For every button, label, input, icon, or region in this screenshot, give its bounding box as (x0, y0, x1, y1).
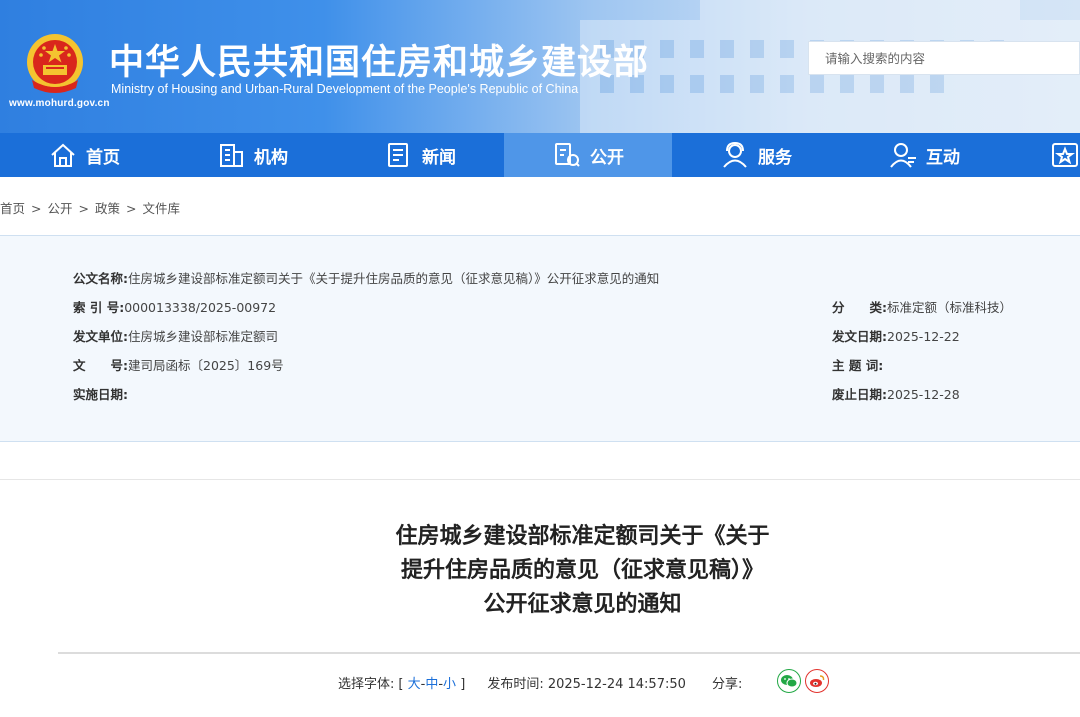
publish-time: 2025-12-24 14:57:50 (547, 677, 686, 692)
info-value: 住房城乡建设部标准定额司关于《关于提升住房品质的意见（征求意见稿）》公开征求意见… (128, 271, 660, 286)
info-label: 公文名称: (73, 271, 128, 286)
breadcrumb: 首页 > 公开 > 政策 > 文件库 (0, 198, 180, 217)
info-row-index: 索 引 号:000013338/2025-00972 (73, 297, 276, 316)
nav-item-news[interactable]: 新闻 (336, 133, 504, 177)
info-value: 住房城乡建设部标准定额司 (128, 329, 279, 344)
nav-label: 首页 (86, 147, 120, 168)
article-title-line: 住房城乡建设部标准定额司关于《关于 (395, 524, 770, 549)
font-large-button[interactable]: 大 (408, 677, 421, 692)
open-doc-icon (555, 143, 580, 167)
font-size-bracket: [ (398, 677, 404, 692)
info-value: 000013338/2025-00972 (124, 300, 277, 315)
weibo-icon (810, 675, 825, 687)
info-row-issue-date: 发文日期:2025-12-22 (832, 326, 960, 345)
home-icon (51, 143, 75, 167)
info-label: 分 类: (832, 300, 887, 315)
site-title-en: Ministry of Housing and Urban-Rural Deve… (111, 82, 579, 96)
site-header: www.mohurd.gov.cn 中华人民共和国住房和城乡建设部 Minist… (0, 0, 1080, 133)
breadcrumb-separator: > (78, 201, 89, 216)
info-label: 发文日期: (832, 329, 887, 344)
nav-label: 机构 (254, 147, 288, 168)
interact-user-icon (890, 143, 916, 168)
building-icon (220, 144, 243, 167)
font-medium-button[interactable]: 中 (425, 677, 438, 692)
info-row-effective: 实施日期: (73, 384, 128, 403)
nav-label: 互动 (926, 147, 960, 168)
nav-item-home[interactable]: 首页 (0, 133, 168, 177)
info-label: 废止日期: (832, 387, 887, 402)
site-url: www.mohurd.gov.cn (9, 98, 110, 109)
breadcrumb-open[interactable]: 公开 (48, 201, 73, 216)
info-label: 实施日期: (73, 387, 128, 402)
more-nav-icon (1052, 143, 1078, 167)
nav-item-more[interactable] (1008, 133, 1080, 177)
info-label: 主 题 词: (832, 358, 884, 373)
info-value: 标准定额（标准科技） (887, 300, 1013, 315)
document-info-panel: 公文名称:住房城乡建设部标准定额司关于《关于提升住房品质的意见（征求意见稿）》公… (0, 235, 1080, 442)
share-label: 分享: (712, 677, 743, 692)
search-input[interactable] (809, 42, 1079, 74)
publish-time-label: 发布时间: (487, 677, 544, 692)
nav-item-organization[interactable]: 机构 (168, 133, 336, 177)
nav-item-open[interactable]: 公开 (504, 133, 672, 177)
national-emblem-logo (27, 34, 83, 93)
article-title-line: 公开征求意见的通知 (483, 592, 682, 617)
info-row-keywords: 主 题 词: (832, 355, 883, 374)
breadcrumb-policy[interactable]: 政策 (95, 201, 120, 216)
info-row-doc-name: 公文名称:住房城乡建设部标准定额司关于《关于提升住房品质的意见（征求意见稿）》公… (73, 268, 659, 287)
info-label: 索 引 号: (73, 300, 125, 315)
section-divider (0, 479, 1080, 480)
wechat-share-icon[interactable] (777, 669, 801, 693)
breadcrumb-separator: > (31, 201, 42, 216)
info-row-category: 分 类:标准定额（标准科技） (832, 297, 1012, 316)
breadcrumb-library[interactable]: 文件库 (143, 201, 181, 216)
info-label: 发文单位: (73, 329, 128, 344)
article-title: 住房城乡建设部标准定额司关于《关于 提升住房品质的意见（征求意见稿）》 公开征求… (330, 520, 835, 622)
wechat-icon (781, 675, 797, 688)
nav-item-interact[interactable]: 互动 (840, 133, 1008, 177)
main-nav: 首页 机构 新闻 公开 服务 互动 (0, 133, 1080, 177)
article-meta: 选择字体:[ 大-中-小 ] 发布时间: 2025-12-24 14:57:50 … (338, 673, 742, 692)
info-value: 2025-12-22 (887, 329, 960, 344)
site-title-cn: 中华人民共和国住房和城乡建设部 (109, 43, 650, 83)
title-divider (58, 652, 1080, 654)
info-row-issuer: 发文单位:住房城乡建设部标准定额司 (73, 326, 278, 345)
breadcrumb-separator: > (126, 201, 137, 216)
font-size-bracket: ] (460, 677, 466, 692)
breadcrumb-home[interactable]: 首页 (0, 201, 25, 216)
news-icon (388, 143, 408, 167)
weibo-share-icon[interactable] (805, 669, 829, 693)
info-label: 文 号: (73, 358, 128, 373)
font-size-label: 选择字体: (338, 677, 395, 692)
font-small-button[interactable]: 小 (443, 677, 456, 692)
search-box (808, 41, 1080, 75)
article-title-line: 提升住房品质的意见（征求意见稿）》 (400, 558, 764, 583)
info-value: 2025-12-28 (887, 387, 960, 402)
info-row-doc-no: 文 号:建司局函标〔2025〕169号 (73, 355, 284, 374)
service-user-icon (723, 141, 747, 168)
nav-label: 新闻 (422, 147, 456, 168)
info-row-expiry: 废止日期:2025-12-28 (832, 384, 960, 403)
nav-item-service[interactable]: 服务 (672, 133, 840, 177)
nav-label: 公开 (590, 147, 624, 168)
nav-label: 服务 (758, 147, 792, 168)
info-value: 建司局函标〔2025〕169号 (128, 358, 284, 373)
